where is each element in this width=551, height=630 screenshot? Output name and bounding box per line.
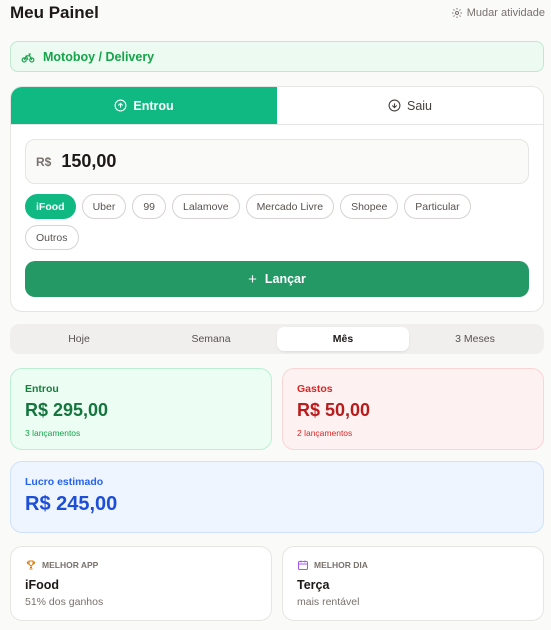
chip-99[interactable]: 99 [132, 194, 167, 219]
tab-mes[interactable]: Mês [277, 327, 409, 351]
chip-shopee[interactable]: Shopee [340, 194, 399, 219]
best-app-card: MELHOR APP iFood 51% dos ganhos [10, 546, 272, 621]
activity-banner: Motoboy / Delivery [10, 41, 544, 72]
tab-entrou-label: Entrou [133, 98, 174, 113]
header: Meu Painel Mudar atividade [10, 2, 545, 24]
change-activity-button[interactable]: Mudar atividade [451, 7, 545, 19]
chip-outros[interactable]: Outros [25, 225, 79, 250]
best-day-title: MELHOR DIA [314, 560, 368, 570]
entry-type-tabs: Entrou Saiu [11, 87, 543, 125]
tab-hoje[interactable]: Hoje [13, 327, 145, 351]
arrow-down-circle-icon [388, 99, 401, 112]
period-tabs: Hoje Semana Mês 3 Meses [10, 324, 544, 354]
best-day-name: Terça [297, 578, 330, 592]
launch-label: Lançar [264, 272, 306, 286]
chip-mercado-livre[interactable]: Mercado Livre [245, 194, 335, 219]
expenses-value: R$ 50,00 [297, 400, 371, 420]
amount-value: 150,00 [61, 151, 117, 171]
tab-3-meses[interactable]: 3 Meses [409, 327, 541, 351]
expenses-label: Gastos [297, 383, 333, 395]
best-day-note: mais rentável [297, 596, 360, 608]
currency-label: R$ [36, 154, 52, 169]
expenses-count: 2 lançamentos [297, 428, 353, 438]
change-activity-label: Mudar atividade [466, 7, 545, 19]
activity-label: Motoboy / Delivery [43, 49, 155, 64]
chip-uber[interactable]: Uber [81, 194, 127, 219]
arrow-up-circle-icon [114, 99, 127, 112]
chip-ifood[interactable]: iFood [25, 194, 76, 219]
best-app-title: MELHOR APP [42, 560, 99, 570]
income-value: R$ 295,00 [25, 400, 109, 420]
bike-icon [21, 53, 35, 63]
tab-saiu-label: Saiu [406, 98, 433, 113]
profit-label: Lucro estimado [25, 476, 104, 488]
best-day-card: MELHOR DIA Terça mais rentável [282, 546, 544, 621]
tab-semana[interactable]: Semana [145, 327, 277, 351]
income-label: Entrou [25, 383, 59, 395]
plus-icon: + [248, 270, 257, 288]
page-title: Meu Painel [10, 3, 99, 22]
tab-entrou[interactable]: Entrou [11, 87, 277, 124]
profit-value: R$ 245,00 [25, 493, 118, 515]
calendar-icon [298, 560, 308, 570]
best-app-name: iFood [25, 578, 60, 592]
chip-lalamove[interactable]: Lalamove [172, 194, 240, 219]
launch-button[interactable]: + Lançar [25, 261, 529, 297]
amount-input[interactable]: R$ 150,00 [25, 139, 529, 184]
tab-saiu[interactable]: Saiu [277, 87, 543, 124]
best-day-header: MELHOR DIA [297, 559, 529, 571]
gear-icon [451, 8, 462, 18]
app-chips: iFood Uber 99 Lalamove Mercado Livre Sho… [25, 194, 525, 250]
profit-card: Lucro estimado R$ 245,00 [10, 461, 544, 533]
best-app-share: 51% dos ganhos [25, 596, 104, 608]
income-count: 3 lançamentos [25, 428, 81, 438]
entry-card: Entrou Saiu R$ 150,00 iFood Uber 99 Lala… [10, 86, 544, 312]
income-card: Entrou R$ 295,00 3 lançamentos [10, 368, 272, 450]
best-app-header: MELHOR APP [25, 559, 257, 571]
chip-particular[interactable]: Particular [404, 194, 471, 219]
expenses-card: Gastos R$ 50,00 2 lançamentos [282, 368, 544, 450]
trophy-icon [26, 560, 36, 570]
